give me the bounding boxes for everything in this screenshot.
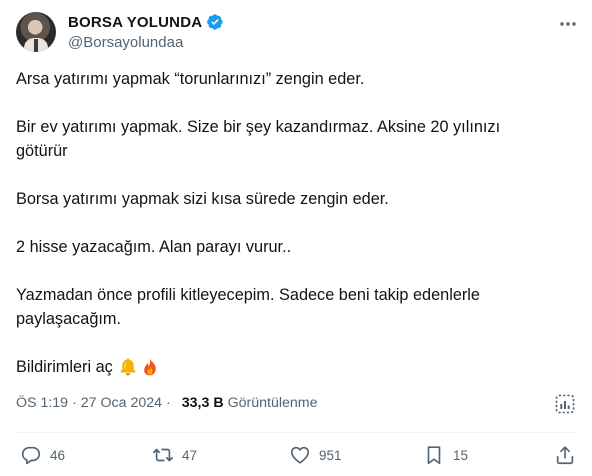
analytics-icon[interactable]	[554, 393, 576, 415]
reply-button[interactable]: 46	[20, 441, 65, 469]
tweet-actions: 46 47 951 15	[0, 441, 592, 469]
author-display-name[interactable]: BORSA YOLUNDA	[68, 14, 202, 31]
tweet-date[interactable]: 27 Oca 2024	[81, 395, 162, 411]
fire-emoji-icon	[144, 358, 156, 376]
tweet: BORSA YOLUNDA @Borsayolundaa Arsa yatırı…	[0, 0, 592, 476]
tweet-last-line-text: Bildirimleri aç	[16, 358, 113, 376]
views-count[interactable]: 33,3 B	[182, 395, 224, 411]
meta-separator: ·	[166, 395, 171, 411]
author-name-row: BORSA YOLUNDA	[68, 12, 224, 32]
repost-count: 47	[182, 447, 198, 463]
bell-emoji-icon	[120, 358, 136, 376]
tweet-paragraph: Yazmadan önce profili kitleyecepim. Sade…	[16, 286, 480, 328]
tweet-paragraph: Bir ev yatırımı yapmak. Size bir şey kaz…	[16, 118, 501, 160]
verified-badge-icon[interactable]	[206, 13, 224, 31]
share-button[interactable]	[554, 441, 576, 469]
avatar-tie	[34, 39, 38, 52]
tweet-last-line: Bildirimleri aç	[16, 355, 576, 379]
tweet-time[interactable]: ÖS 1:19	[16, 395, 68, 411]
bookmark-icon	[427, 446, 441, 465]
reply-count: 46	[50, 447, 66, 463]
like-count: 951	[319, 447, 342, 463]
reply-icon	[21, 446, 41, 465]
views-label: Görüntülenme	[227, 395, 318, 411]
bookmark-button[interactable]: 15	[423, 441, 468, 469]
meta-separator: ·	[72, 395, 77, 411]
tweet-paragraph: Arsa yatırımı yapmak “torunlarınızı” zen…	[16, 70, 365, 88]
like-button[interactable]: 951	[289, 441, 342, 469]
author-handle[interactable]: @Borsayolundaa	[68, 34, 183, 51]
share-icon	[556, 446, 574, 465]
repost-button[interactable]: 47	[152, 441, 197, 469]
more-horizontal-icon[interactable]	[558, 14, 578, 34]
avatar[interactable]	[16, 12, 56, 52]
repost-icon	[153, 448, 173, 462]
tweet-paragraph: Borsa yatırımı yapmak sizi kısa sürede z…	[16, 190, 389, 208]
heart-icon	[290, 446, 310, 464]
tweet-meta: ÖS 1:19 · 27 Oca 2024 · 33,3 B Görüntüle…	[16, 395, 318, 411]
divider	[16, 432, 576, 433]
tweet-text: Arsa yatırımı yapmak “torunlarınızı” zen…	[16, 67, 576, 379]
tweet-paragraph: 2 hisse yazacağım. Alan parayı vurur..	[16, 238, 292, 256]
bookmark-count: 15	[453, 447, 469, 463]
